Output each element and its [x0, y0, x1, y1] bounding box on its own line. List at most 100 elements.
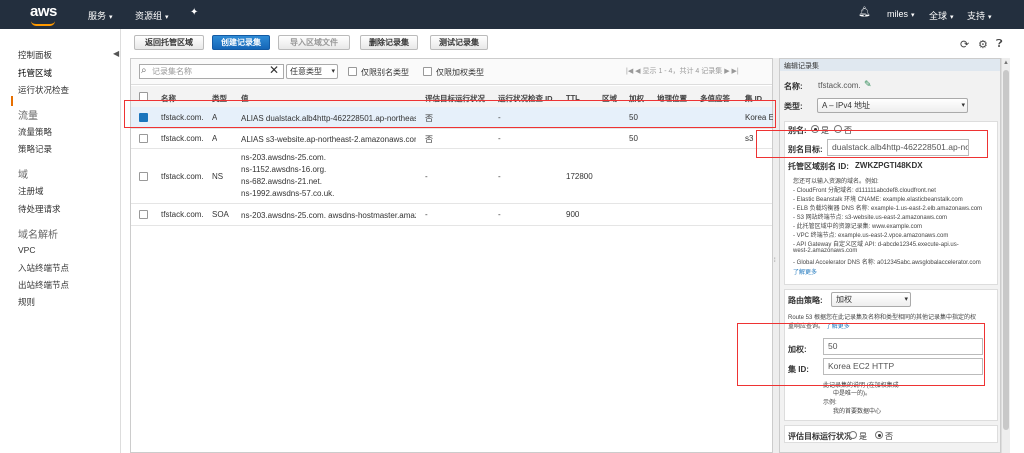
cell-health-check-id: - — [498, 134, 501, 143]
type-label: 类型: — [784, 102, 803, 111]
sidebar-item-policy-records[interactable]: 策略记录 — [18, 143, 52, 155]
col-region[interactable]: 区域 — [602, 93, 617, 104]
weight-input[interactable]: 50 — [823, 338, 983, 355]
chevron-down-icon: ▾ — [331, 68, 335, 75]
cell-value: ALIAS s3-website.ap-northeast-2.amazonaw… — [241, 135, 416, 144]
resource-groups-menu[interactable]: 资源组 ▾ — [135, 9, 169, 22]
weighted-only-checkbox[interactable] — [423, 67, 432, 76]
eval-no-radio[interactable] — [875, 431, 883, 439]
cell-eval-health: - — [425, 210, 428, 219]
sidebar-item-pending-requests[interactable]: 待处理请求 — [18, 203, 61, 215]
last-page-icon[interactable]: ▶| — [732, 68, 739, 75]
services-menu[interactable]: 服务 ▾ — [88, 9, 113, 22]
help-item: - Elastic Beanstalk 环境 CNAME: example.el… — [793, 197, 963, 203]
col-health-check-id[interactable]: 运行状况检查 ID — [498, 93, 553, 104]
cell-health-check-id: - — [498, 172, 501, 181]
cell-eval-health: 否 — [425, 114, 433, 123]
pin-icon[interactable]: ✦ — [190, 7, 198, 18]
aws-logo[interactable]: aws — [30, 3, 57, 20]
next-page-icon[interactable]: ▶ — [724, 68, 729, 75]
routing-learn-more-link[interactable]: 了解更多 — [826, 324, 850, 330]
create-record-set-button[interactable]: 创建记录集 — [212, 35, 270, 50]
routing-help-text: 重响应查询。 — [788, 324, 825, 330]
type-select[interactable]: A – IPv4 地址 ▾ — [817, 98, 968, 113]
alias-target-input[interactable]: dualstack.alb4http-462228501.ap-northe — [827, 139, 969, 156]
sidebar-item-inbound-endpoints[interactable]: 入站终端节点 — [18, 262, 69, 274]
cell-name: tfstack.com. — [161, 134, 204, 143]
cell-type: A — [212, 113, 218, 122]
eval-yes-radio[interactable] — [849, 431, 857, 439]
table-row[interactable]: tfstack.com. A 否 - 50 s3 ALIAS s3-website.ap-n… — [131, 129, 772, 149]
sidebar-section-domains: 域 — [18, 170, 28, 181]
col-weight[interactable]: 加权 — [629, 93, 644, 104]
col-set-id[interactable]: 集 ID — [745, 93, 762, 104]
routing-policy-select[interactable]: 加权 ▾ — [831, 292, 911, 307]
table-row[interactable]: tfstack.com. SOA - - 900 ns-203.awsdns-25.com… — [131, 204, 772, 226]
alias-no-radio[interactable] — [834, 125, 842, 133]
cell-health-check-id: - — [498, 210, 501, 219]
aws-smile-logo — [31, 21, 55, 26]
back-to-hosted-zones-button[interactable]: 返回托管区域 — [134, 35, 204, 50]
sidebar-item-vpc[interactable]: VPC — [18, 245, 35, 255]
prev-page-icon[interactable]: ◀ — [635, 68, 640, 75]
row-checkbox[interactable] — [139, 210, 148, 219]
sidebar-item-health-checks[interactable]: 运行状况检查 — [18, 84, 69, 96]
table-row[interactable]: tfstack.com. A 否 - 50 Korea EC ALIAS dualstack… — [131, 107, 773, 129]
sidebar-section-resolver: 域名解析 — [18, 230, 58, 241]
hosted-zone-id-label: 托管区域别名 ID: — [788, 162, 849, 171]
sidebar-item-traffic-policies[interactable]: 流量策略 — [18, 126, 52, 138]
support-menu[interactable]: 支持 ▾ — [967, 9, 992, 22]
col-value[interactable]: 值 — [241, 93, 249, 104]
gear-icon[interactable]: ⚙ — [978, 38, 988, 51]
sidebar-item-outbound-endpoints[interactable]: 出站终端节点 — [18, 279, 69, 291]
col-ttl[interactable]: TTL — [566, 93, 580, 102]
refresh-icon[interactable]: ⟳ — [960, 38, 969, 51]
row-checkbox[interactable] — [139, 113, 148, 122]
routing-help: Route 53 根据您在此记录集及名称和类型相同的其他记录集中指定的权 — [788, 315, 977, 321]
pencil-icon[interactable]: ✎ — [864, 79, 872, 90]
sidebar-item-registered-domains[interactable]: 注册域 — [18, 185, 44, 197]
test-record-set-button[interactable]: 测试记录集 — [430, 35, 488, 50]
panel-scrollbar[interactable]: ▲ — [1001, 58, 1010, 453]
help-icon[interactable]: ❓︎ — [996, 38, 1003, 51]
user-label: miles — [887, 9, 909, 19]
help-item: - 此托管区域中的资源记录集: www.example.com — [793, 224, 923, 230]
alias-only-checkbox[interactable] — [348, 67, 357, 76]
col-type[interactable]: 类型 — [212, 93, 227, 104]
sidebar-divider — [120, 29, 121, 453]
sidebar: 控制面板 托管区域 运行状况检查 流量 流量策略 策略记录 域 注册域 待处理请… — [0, 29, 120, 453]
cell-type: SOA — [212, 210, 229, 219]
row-checkbox[interactable] — [139, 134, 148, 143]
import-zone-file-button[interactable]: 导入区域文件 — [278, 35, 350, 50]
user-menu[interactable]: miles ▾ — [887, 9, 915, 19]
bell-icon[interactable]: 🔔︎ — [858, 7, 871, 18]
type-filter-select[interactable]: 任意类型 ▾ — [286, 64, 338, 79]
table-row[interactable]: tfstack.com. NS - - 172800 ns-203.awsdns-25.c… — [131, 149, 772, 204]
col-multivalue[interactable]: 多值应答 — [700, 93, 730, 104]
select-all-checkbox[interactable] — [139, 92, 148, 101]
sidebar-item-dashboard[interactable]: 控制面板 — [18, 49, 52, 61]
services-label: 服务 — [88, 11, 107, 21]
drag-handle-icon[interactable]: ⁞ — [774, 258, 776, 264]
alias-yes-radio[interactable] — [811, 125, 819, 133]
first-page-icon[interactable]: |◀ — [626, 68, 633, 75]
sidebar-item-hosted-zones[interactable]: 托管区域 — [18, 67, 52, 79]
sidebar-item-rules[interactable]: 规则 — [18, 296, 35, 308]
clear-icon[interactable]: ✕ — [269, 63, 279, 77]
learn-more-link[interactable]: 了解更多 — [793, 267, 817, 276]
row-checkbox[interactable] — [139, 172, 148, 181]
collapse-sidebar-icon[interactable]: ◀ — [113, 49, 119, 58]
active-marker — [11, 96, 13, 106]
region-menu[interactable]: 全球 ▾ — [929, 9, 954, 22]
search-input[interactable]: ⌕ 记录集名称 — [139, 64, 284, 79]
delete-record-set-button[interactable]: 删除记录集 — [360, 35, 418, 50]
col-geo[interactable]: 地理位置 — [657, 93, 687, 104]
set-id-input[interactable]: Korea EC2 HTTP — [823, 358, 983, 375]
col-name[interactable]: 名称 — [161, 93, 176, 104]
alias-panel: 别名: 是 否 别名目标: dualstack.alb4http-4622285… — [784, 121, 998, 285]
scroll-thumb[interactable] — [1003, 70, 1009, 430]
chevron-down-icon: ▾ — [950, 14, 954, 21]
alias-label: 别名: — [788, 126, 807, 135]
col-eval-health[interactable]: 评估目标运行状况 — [425, 93, 485, 104]
scroll-up-icon[interactable]: ▲ — [1003, 60, 1009, 66]
